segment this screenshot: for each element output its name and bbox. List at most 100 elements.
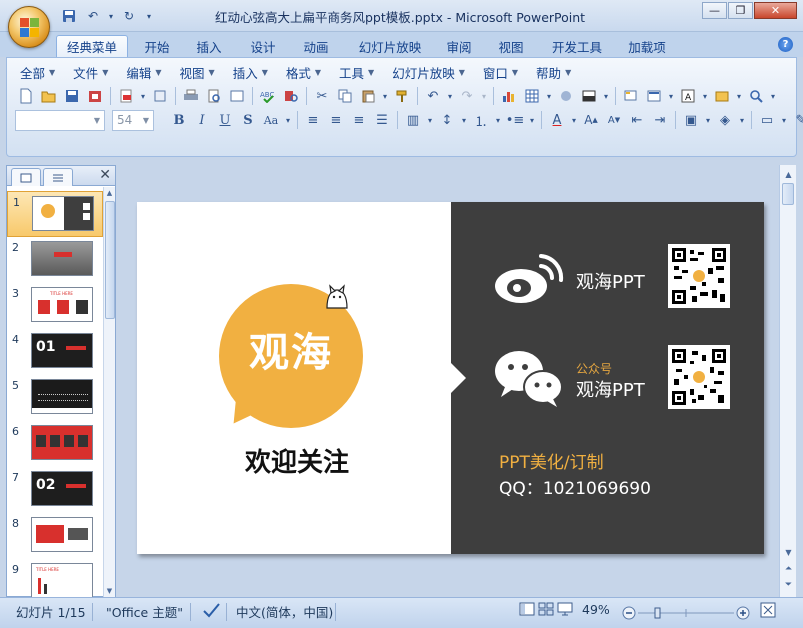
undo-icon[interactable]: ↶ bbox=[422, 85, 444, 107]
scroll-down-icon[interactable]: ▼ bbox=[781, 545, 796, 560]
decrease-indent-icon[interactable]: ⇤ bbox=[626, 109, 648, 131]
chevron-down-icon[interactable]: ▾ bbox=[666, 85, 676, 107]
text-shadow-icon[interactable]: S bbox=[237, 109, 259, 131]
tab-slides[interactable] bbox=[11, 168, 41, 186]
bullets-icon[interactable]: •≡ bbox=[504, 109, 526, 131]
page-setup-icon[interactable] bbox=[226, 85, 248, 107]
chevron-down-icon[interactable]: ▾ bbox=[425, 109, 435, 131]
close-button[interactable]: ✕ bbox=[754, 2, 797, 19]
redo-icon[interactable]: ↷ bbox=[456, 85, 478, 107]
chevron-down-icon[interactable]: ▾ bbox=[768, 85, 778, 107]
shrink-font-icon[interactable]: A ▼ bbox=[603, 109, 625, 131]
menu-insert[interactable]: 插入 ▼ bbox=[224, 62, 277, 82]
chevron-down-icon[interactable]: ▾ bbox=[459, 109, 469, 131]
help-icon[interactable]: ? bbox=[778, 37, 793, 52]
minimize-button[interactable]: — bbox=[702, 2, 727, 19]
fit-to-window-icon[interactable] bbox=[760, 602, 776, 618]
shape-outline-icon[interactable]: ✎ bbox=[790, 109, 803, 131]
chevron-down-icon[interactable]: ▾ bbox=[527, 109, 537, 131]
thumbnail-scrollbar[interactable]: ▲ ▼ bbox=[103, 187, 115, 597]
previous-slide-icon[interactable]: ⏶ bbox=[781, 561, 796, 576]
bold-icon[interactable]: B bbox=[168, 109, 190, 131]
undo-dropdown-icon[interactable]: ▾ bbox=[106, 7, 116, 25]
slide-thumbnail[interactable]: 9 TITLE HERE bbox=[7, 559, 103, 597]
chevron-down-icon[interactable]: ▾ bbox=[779, 109, 789, 131]
restore-button[interactable]: ❐ bbox=[728, 2, 753, 19]
zoom-level[interactable]: 49% bbox=[582, 602, 610, 617]
chevron-down-icon[interactable]: ▾ bbox=[569, 109, 579, 131]
tab-design[interactable]: 设计 bbox=[242, 35, 284, 57]
scrollbar-thumb[interactable] bbox=[782, 183, 794, 205]
tab-outline[interactable] bbox=[43, 168, 73, 186]
slide-thumbnail[interactable]: 4 01 bbox=[7, 329, 103, 375]
chevron-down-icon[interactable]: ▾ bbox=[734, 85, 744, 107]
menu-format[interactable]: 格式 ▼ bbox=[277, 62, 330, 82]
copy-icon[interactable] bbox=[334, 85, 356, 107]
shapes-icon[interactable] bbox=[711, 85, 733, 107]
slide-thumbnail[interactable]: 8 bbox=[7, 513, 103, 559]
tab-animation[interactable]: 动画 bbox=[295, 35, 337, 57]
line-spacing-icon[interactable]: ↕ bbox=[436, 109, 458, 131]
format-painter-icon[interactable] bbox=[391, 85, 413, 107]
chevron-down-icon[interactable]: ▾ bbox=[703, 109, 713, 131]
customize-qat-icon[interactable]: ▾ bbox=[142, 7, 156, 25]
spell-check-icon[interactable] bbox=[202, 602, 220, 618]
align-center-icon[interactable]: ≡ bbox=[325, 109, 347, 131]
chevron-down-icon[interactable]: ▾ bbox=[493, 109, 503, 131]
grow-font-icon[interactable]: A ▲ bbox=[580, 109, 602, 131]
slide-thumbnail[interactable]: 6 bbox=[7, 421, 103, 467]
scrollbar-thumb[interactable] bbox=[105, 201, 115, 319]
menu-edit[interactable]: 编辑 ▼ bbox=[117, 62, 170, 82]
slideshow-view-icon[interactable] bbox=[557, 602, 573, 616]
paste-icon[interactable] bbox=[357, 85, 379, 107]
save-icon[interactable] bbox=[58, 7, 80, 25]
font-name-combo[interactable]: ▼ bbox=[15, 109, 105, 131]
chevron-down-icon[interactable]: ▾ bbox=[445, 85, 455, 107]
print-preview-icon[interactable] bbox=[203, 85, 225, 107]
new-icon[interactable] bbox=[15, 85, 37, 107]
insert-table-icon[interactable] bbox=[521, 85, 543, 107]
arrange-icon[interactable]: ▣ bbox=[680, 109, 702, 131]
scroll-up-icon[interactable]: ▲ bbox=[781, 167, 796, 182]
publish-icon[interactable] bbox=[149, 85, 171, 107]
tab-view[interactable]: 视图 bbox=[490, 35, 532, 57]
research-icon[interactable] bbox=[280, 85, 302, 107]
columns-icon[interactable]: ▥ bbox=[402, 109, 424, 131]
normal-view-icon[interactable] bbox=[519, 602, 535, 616]
slide-thumbnail[interactable]: 3 TITLE HERE bbox=[7, 283, 103, 329]
zoom-slider[interactable] bbox=[622, 606, 750, 620]
insert-chart-icon[interactable] bbox=[498, 85, 520, 107]
font-size-combo[interactable]: 54 ▼ bbox=[112, 109, 154, 131]
tab-review[interactable]: 审阅 bbox=[438, 35, 480, 57]
menu-window[interactable]: 窗口 ▼ bbox=[474, 62, 527, 82]
tab-slideshow[interactable]: 幻灯片放映 bbox=[350, 35, 430, 57]
next-slide-icon[interactable]: ⏷ bbox=[781, 577, 796, 592]
numbering-icon[interactable]: ⒈ bbox=[470, 109, 492, 131]
chevron-down-icon[interactable]: ▾ bbox=[544, 85, 554, 107]
new-slide-icon[interactable] bbox=[620, 85, 642, 107]
scroll-up-icon[interactable]: ▲ bbox=[104, 187, 115, 199]
chevron-down-icon[interactable]: ▾ bbox=[700, 85, 710, 107]
chevron-down-icon[interactable]: ▾ bbox=[479, 85, 489, 107]
undo-icon[interactable]: ↶ bbox=[82, 7, 104, 25]
slide-thumbnail[interactable]: 5 bbox=[7, 375, 103, 421]
office-button[interactable] bbox=[8, 6, 50, 48]
close-icon[interactable]: ✕ bbox=[99, 167, 111, 183]
language-indicator[interactable]: 中文(简体，中国) bbox=[236, 602, 333, 621]
increase-indent-icon[interactable]: ⇥ bbox=[649, 109, 671, 131]
color-grayscale-icon[interactable] bbox=[578, 85, 600, 107]
tab-home[interactable]: 开始 bbox=[136, 35, 178, 57]
print-icon[interactable] bbox=[180, 85, 202, 107]
export-pdf-icon[interactable] bbox=[115, 85, 137, 107]
insert-clipart-icon[interactable] bbox=[555, 85, 577, 107]
shape-fill-icon[interactable]: ▭ bbox=[756, 109, 778, 131]
redo-icon[interactable]: ↻ bbox=[118, 7, 140, 25]
slide-thumbnail[interactable]: 7 02 bbox=[7, 467, 103, 513]
save-icon[interactable] bbox=[61, 85, 83, 107]
change-case-icon[interactable]: Aa bbox=[260, 109, 282, 131]
open-icon[interactable] bbox=[38, 85, 60, 107]
tab-addins[interactable]: 加载项 bbox=[620, 35, 674, 57]
layout-icon[interactable] bbox=[643, 85, 665, 107]
current-slide[interactable]: 观海 欢迎关注 观海PPT 公众号 观海PPT PPT美化/订制 QQ：1021… bbox=[137, 202, 764, 554]
slide-thumbnail[interactable]: 2 bbox=[7, 237, 103, 283]
